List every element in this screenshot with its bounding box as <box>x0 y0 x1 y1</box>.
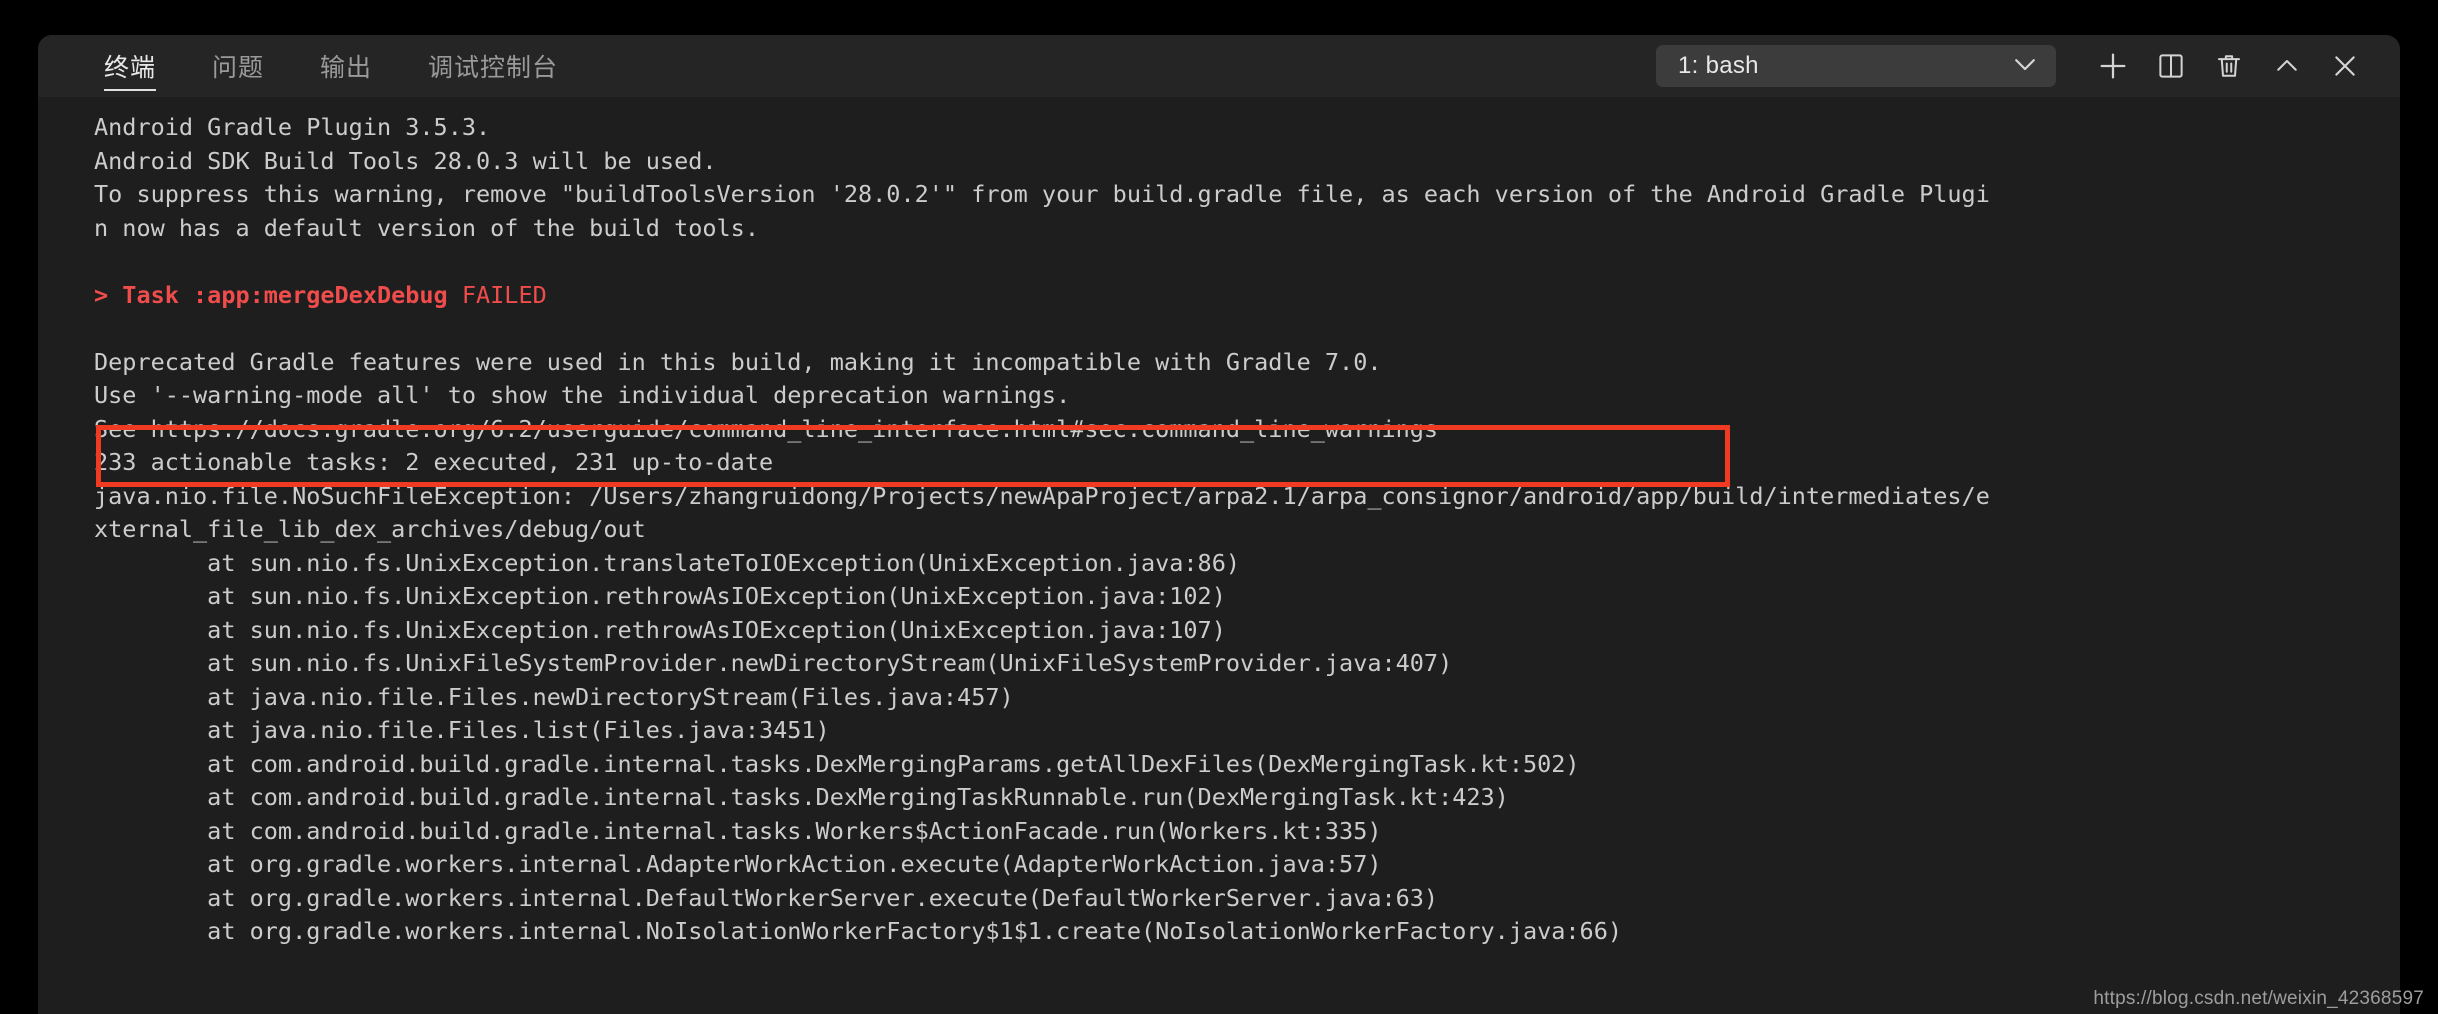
terminal-line: See https://docs.gradle.org/6.2/userguid… <box>94 414 1439 443</box>
tab-output-label: 输出 <box>320 54 373 82</box>
terminal-line: n now has a default version of the build… <box>94 213 759 242</box>
split-terminal-button[interactable] <box>2142 37 2200 95</box>
terminal-line: at sun.nio.fs.UnixException.translateToI… <box>94 548 1241 577</box>
tab-output[interactable]: 输出 <box>292 35 400 97</box>
tab-problems-label: 问题 <box>212 54 265 82</box>
terminal-line: at org.gradle.workers.internal.DefaultWo… <box>94 883 1439 912</box>
terminal-panel: 终端 问题 输出 调试控制台 1: bash Android Gradle Pl… <box>38 35 2400 1014</box>
terminal-line: at sun.nio.fs.UnixException.rethrowAsIOE… <box>94 615 1226 644</box>
close-panel-button[interactable] <box>2316 37 2374 95</box>
terminal-line: at com.android.build.gradle.internal.tas… <box>94 749 1580 778</box>
plus-icon <box>2096 49 2130 83</box>
new-terminal-button[interactable] <box>2084 37 2142 95</box>
terminal-line-failed-task: > Task :app:mergeDexDebug FAILED <box>38 279 2400 313</box>
tab-debug-console[interactable]: 调试控制台 <box>400 35 586 97</box>
terminal-line: 233 actionable tasks: 2 executed, 231 up… <box>94 448 774 476</box>
terminal-line: at java.nio.file.Files.list(Files.java:3… <box>94 716 830 744</box>
terminal-selector-dropdown[interactable]: 1: bash <box>1656 45 2056 87</box>
terminal-line: Android Gradle Plugin 3.5.3. <box>94 113 491 141</box>
close-icon <box>2329 50 2361 82</box>
terminal-output[interactable]: Android Gradle Plugin 3.5.3. Android SDK… <box>38 97 2400 1014</box>
terminal-line: Android SDK Build Tools 28.0.3 will be u… <box>94 146 717 175</box>
panel-header-actions: 1: bash <box>1656 35 2400 97</box>
watermark: https://blog.csdn.net/weixin_42368597 <box>2093 988 2424 1009</box>
terminal-line: at com.android.build.gradle.internal.tas… <box>94 783 1509 811</box>
panel-header: 终端 问题 输出 调试控制台 1: bash <box>38 35 2400 97</box>
terminal-line: at sun.nio.fs.UnixException.rethrowAsIOE… <box>94 582 1226 610</box>
terminal-line-highlighted: Deprecated Gradle features were used in … <box>94 347 1382 376</box>
tab-debug-console-label: 调试控制台 <box>428 54 559 82</box>
maximize-panel-button[interactable] <box>2258 37 2316 95</box>
tab-terminal-label: 终端 <box>104 54 157 82</box>
terminal-line: java.nio.file.NoSuchFileException: /User… <box>94 481 1990 510</box>
terminal-line: To suppress this warning, remove "buildT… <box>94 180 1990 208</box>
failed-status-text: FAILED <box>447 280 547 309</box>
panel-tabs: 终端 问题 输出 调试控制台 <box>38 35 586 97</box>
tab-terminal[interactable]: 终端 <box>76 35 184 97</box>
screen: 终端 问题 输出 调试控制台 1: bash Android Gradle Pl… <box>0 0 2438 1014</box>
terminal-line: at com.android.build.gradle.internal.tas… <box>94 816 1382 845</box>
terminal-line: xternal_file_lib_dex_archives/debug/out <box>94 515 646 543</box>
chevron-down-icon <box>2010 49 2040 84</box>
terminal-line: at java.nio.file.Files.newDirectoryStrea… <box>94 682 1014 711</box>
trash-icon <box>2214 51 2244 81</box>
split-icon <box>2156 51 2186 81</box>
terminal-line: at sun.nio.fs.UnixFileSystemProvider.new… <box>94 649 1453 677</box>
terminal-line: Use '--warning-mode all' to show the ind… <box>94 381 1071 409</box>
terminal-line: at org.gradle.workers.internal.NoIsolati… <box>94 917 1623 945</box>
failed-task-text: > Task :app:mergeDexDebug <box>94 280 448 309</box>
terminal-selector-value: 1: bash <box>1678 52 1759 79</box>
kill-terminal-button[interactable] <box>2200 37 2258 95</box>
terminal-line: at org.gradle.workers.internal.AdapterWo… <box>94 850 1382 878</box>
tab-problems[interactable]: 问题 <box>184 35 292 97</box>
chevron-up-icon <box>2272 51 2302 81</box>
